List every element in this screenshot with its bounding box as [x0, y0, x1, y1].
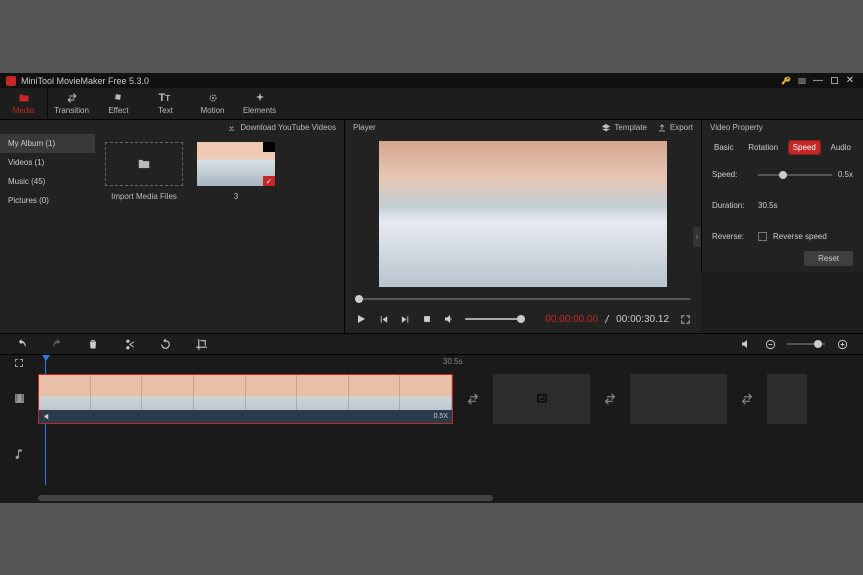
text-icon: TT [159, 92, 173, 104]
timeline: 30.5s 0.5X [0, 355, 863, 503]
titlebar: MiniTool MovieMaker Free 5.3.0 — ✕ [0, 73, 863, 88]
prop-tab-speed[interactable]: Speed [789, 141, 820, 154]
clip-audio-icon [43, 412, 52, 421]
timeline-ruler[interactable]: 30.5s [38, 355, 863, 371]
undo-button[interactable] [14, 337, 28, 351]
thumbnail-label: 3 [234, 192, 238, 201]
duration-value: 30.5s [758, 201, 778, 210]
motion-icon [206, 92, 220, 104]
timeline-toolbar [0, 333, 863, 355]
audio-track[interactable] [38, 426, 863, 481]
media-panel: Download YouTube Videos My Album (1) Vid… [0, 120, 344, 333]
clip-speed-badge: 0.5X [434, 413, 448, 420]
swap-icon [65, 92, 79, 104]
maximize-button[interactable] [827, 74, 841, 88]
sidebar-item-album[interactable]: My Album (1) [0, 134, 95, 153]
speed-slider[interactable] [758, 174, 832, 176]
video-track-icon [0, 371, 38, 426]
effect-icon [112, 92, 126, 104]
folder-icon [17, 92, 31, 104]
import-label: Import Media Files [111, 192, 177, 201]
tab-effect[interactable]: Effect [95, 88, 142, 119]
check-icon: ✓ [263, 176, 275, 186]
app-logo-icon [6, 76, 16, 86]
fullscreen-button[interactable] [679, 313, 691, 325]
download-youtube-link[interactable]: Download YouTube Videos [240, 123, 336, 132]
volume-slider[interactable] [465, 318, 525, 320]
collapse-toggle[interactable]: › [693, 227, 701, 247]
transition-slot[interactable] [735, 374, 759, 424]
top-tabs: Media Transition Effect TT Text Motion E… [0, 88, 863, 120]
mute-icon[interactable] [739, 337, 753, 351]
tab-text[interactable]: TT Text [142, 88, 189, 119]
reverse-label: Reverse: [712, 232, 752, 241]
sparkle-icon [253, 92, 267, 104]
rotate-button[interactable] [158, 337, 172, 351]
time-display: 00:00:00.00 / 00:00:30.12 [535, 314, 669, 325]
next-button[interactable] [399, 313, 411, 325]
prop-tab-rotation[interactable]: Rotation [744, 141, 782, 154]
ruler-mark: 30.5s [443, 357, 463, 366]
tab-motion[interactable]: Motion [189, 88, 236, 119]
stop-button[interactable] [421, 313, 433, 325]
delete-button[interactable] [86, 337, 100, 351]
tab-media[interactable]: Media [0, 88, 47, 119]
layers-icon [601, 123, 611, 133]
speed-label: Speed: [712, 170, 752, 179]
timeline-clip[interactable]: 0.5X [38, 374, 453, 424]
drop-slot[interactable] [767, 374, 807, 424]
key-icon[interactable] [779, 74, 793, 88]
sidebar-item-music[interactable]: Music (45) [0, 172, 95, 191]
app-title: MiniTool MovieMaker Free 5.3.0 [21, 76, 777, 86]
close-button[interactable]: ✕ [843, 74, 857, 88]
crop-button[interactable] [194, 337, 208, 351]
reset-button[interactable]: Reset [804, 251, 853, 266]
tab-transition[interactable]: Transition [48, 88, 95, 119]
export-button[interactable]: Export [657, 123, 693, 133]
drop-slot[interactable] [630, 374, 727, 424]
video-preview[interactable] [379, 141, 667, 287]
property-title: Video Property [710, 123, 763, 132]
prop-tab-basic[interactable]: Basic [710, 141, 738, 154]
horizontal-scrollbar[interactable] [38, 495, 493, 501]
transition-slot[interactable] [461, 374, 485, 424]
reverse-option: Reverse speed [773, 232, 827, 241]
property-panel: Video Property Basic Rotation Speed Audi… [701, 120, 863, 272]
media-sidebar: My Album (1) Videos (1) Music (45) Pictu… [0, 134, 95, 333]
player-panel: Player Template Export [344, 120, 701, 333]
volume-icon[interactable] [443, 313, 455, 325]
zoom-out-button[interactable] [763, 337, 777, 351]
split-button[interactable] [122, 337, 136, 351]
upload-icon [657, 123, 667, 133]
reverse-checkbox[interactable] [758, 232, 767, 241]
video-track: 0.5X [38, 371, 863, 426]
play-button[interactable] [355, 313, 367, 325]
fit-button[interactable] [0, 355, 38, 371]
playhead-icon[interactable] [42, 355, 50, 361]
speed-value: 0.5x [838, 170, 853, 179]
folder-icon [135, 157, 153, 171]
media-thumbnail[interactable]: ✓ [197, 142, 275, 186]
drop-slot[interactable] [493, 374, 590, 424]
tab-elements[interactable]: Elements [236, 88, 283, 119]
duration-label: Duration: [712, 201, 752, 210]
zoom-in-button[interactable] [835, 337, 849, 351]
download-icon [227, 123, 236, 132]
import-media-button[interactable] [105, 142, 183, 186]
video-badge-icon [263, 142, 275, 152]
sidebar-item-videos[interactable]: Videos (1) [0, 153, 95, 172]
zoom-slider[interactable] [787, 343, 825, 345]
sidebar-item-pictures[interactable]: Pictures (0) [0, 191, 95, 210]
scrub-bar[interactable] [355, 298, 691, 300]
redo-button[interactable] [50, 337, 64, 351]
prop-tab-audio[interactable]: Audio [827, 141, 855, 154]
minimize-button[interactable]: — [811, 74, 825, 88]
transition-slot[interactable] [598, 374, 622, 424]
audio-track-icon [0, 426, 38, 481]
prev-button[interactable] [377, 313, 389, 325]
menu-icon[interactable] [795, 74, 809, 88]
template-button[interactable]: Template [601, 123, 646, 133]
player-title: Player [353, 123, 376, 132]
